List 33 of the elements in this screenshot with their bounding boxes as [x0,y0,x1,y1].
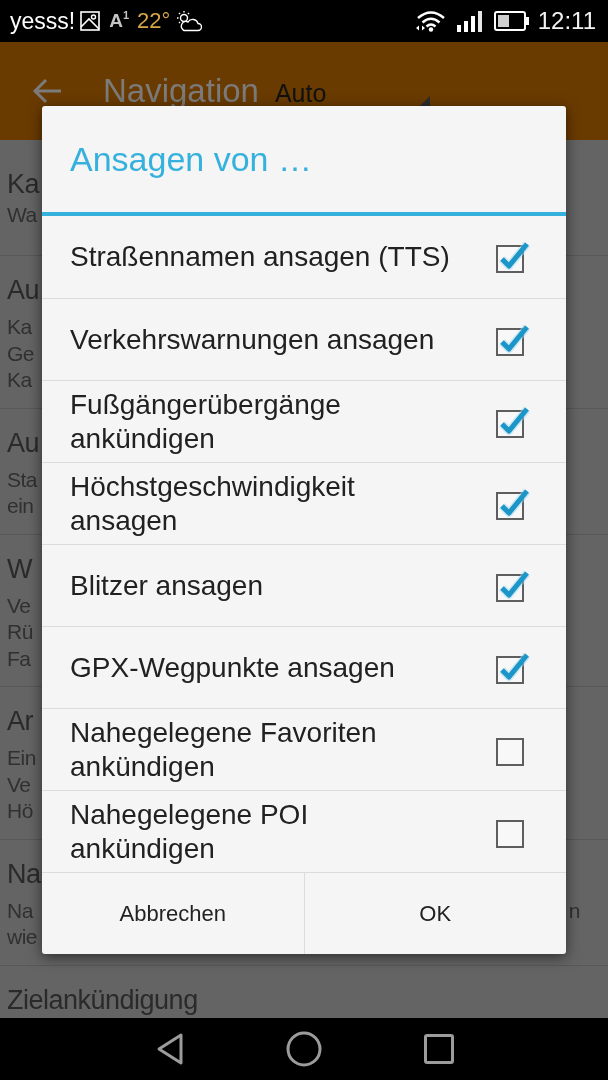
option-label: Verkehrswarnungen ansagen [70,322,436,357]
back-arrow-icon[interactable] [32,78,62,104]
signal-icon [456,10,483,32]
setting-title: W [7,553,32,584]
wifi-icon [414,10,445,32]
screen-title: Navigation [103,71,259,111]
back-icon[interactable] [156,1032,184,1066]
option-label: Blitzer ansagen [70,568,264,603]
cancel-button[interactable]: Abbrechen [42,873,304,954]
option-label: Fußgängerübergänge ankündigen [70,387,342,456]
setting-title: Ar [7,706,33,736]
option-label: Höchstgeschwindigkeit ansagen [70,469,356,538]
setting-title: Au [7,275,40,305]
home-icon[interactable] [286,1031,322,1067]
temperature-text: 22° [137,8,171,34]
clock-time: 12:11 [537,7,596,35]
setting-title: Au [7,427,40,458]
setting-title: Ka [7,169,40,200]
dialog-title: Ansagen von … [70,139,312,179]
ok-button[interactable]: OK [303,873,566,954]
carrier-name: yesss! [10,7,76,35]
checkbox[interactable] [494,239,530,275]
option-label: Straßennamen ansagen (TTS) [70,240,451,274]
recents-icon[interactable] [424,1034,454,1064]
setting-title: Zielankündigung [7,984,198,1015]
option-label: Nahegelegene Favoriten ankündigen [70,715,378,784]
setting-title: Na [7,858,41,889]
option-label: Nahegelegene POI ankündigen [70,797,310,866]
sun-cloud-icon [176,10,203,32]
notification-label: A$^{1}$ [109,9,130,33]
battery-icon [493,11,530,31]
image-icon [80,11,101,31]
option-label: GPX-Wegpunkte ansagen [70,650,396,685]
